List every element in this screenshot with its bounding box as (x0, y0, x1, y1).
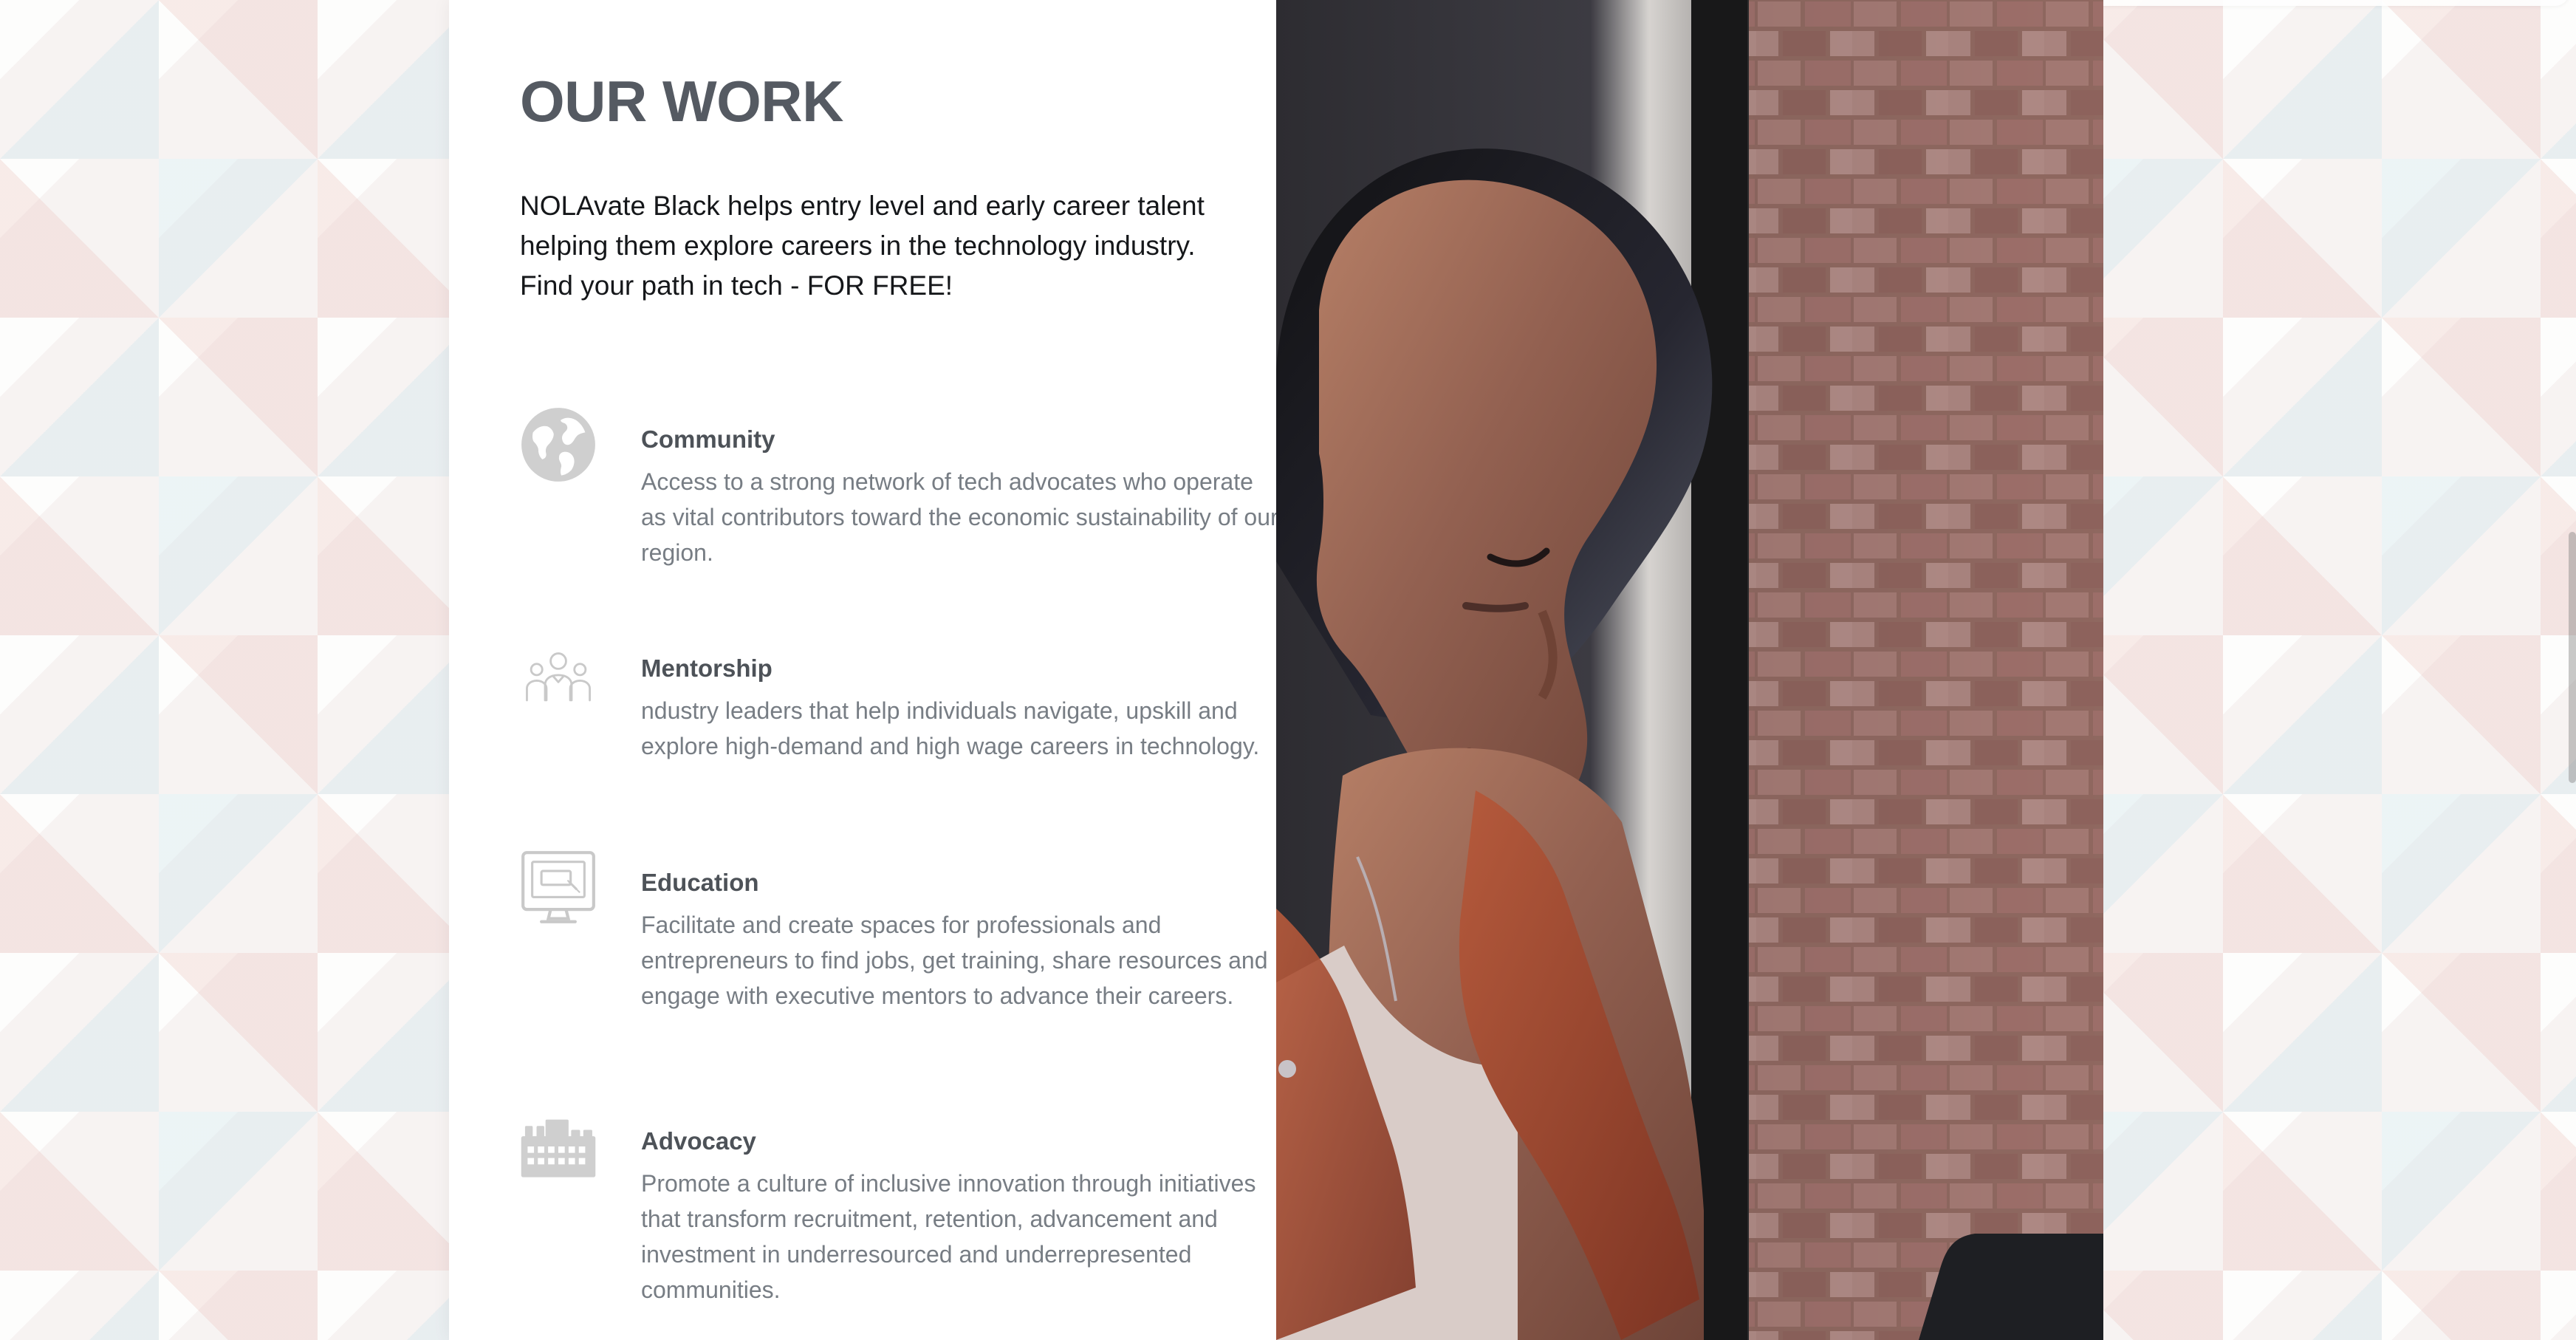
people-group-icon (520, 635, 597, 712)
our-work-section: OUR WORK NOLAvate Black helps entry leve… (449, 0, 1278, 1340)
globe-icon (520, 406, 597, 483)
feature-title: Mentorship (641, 654, 773, 682)
feature-description: Facilitate and create spaces for profess… (641, 912, 1268, 1009)
feature-title: Advocacy (641, 1127, 756, 1155)
intro-paragraph: NOLAvate Black helps entry level and ear… (520, 191, 1205, 301)
top-tab-remnant (2074, 0, 2569, 6)
feature-description: Promote a culture of inclusive innovatio… (641, 1170, 1256, 1303)
building-icon (520, 1108, 597, 1185)
feature-description: Access to a strong network of tech advoc… (641, 468, 1278, 566)
feature-title: Community (641, 425, 775, 453)
hero-photo (1276, 0, 2103, 1340)
section-title: OUR WORK (520, 69, 843, 134)
scrollbar-thumb[interactable] (2569, 532, 2576, 783)
feature-description: ndustry leaders that help individuals na… (641, 697, 1260, 759)
feature-title: Education (641, 869, 759, 896)
monitor-icon (520, 850, 597, 926)
